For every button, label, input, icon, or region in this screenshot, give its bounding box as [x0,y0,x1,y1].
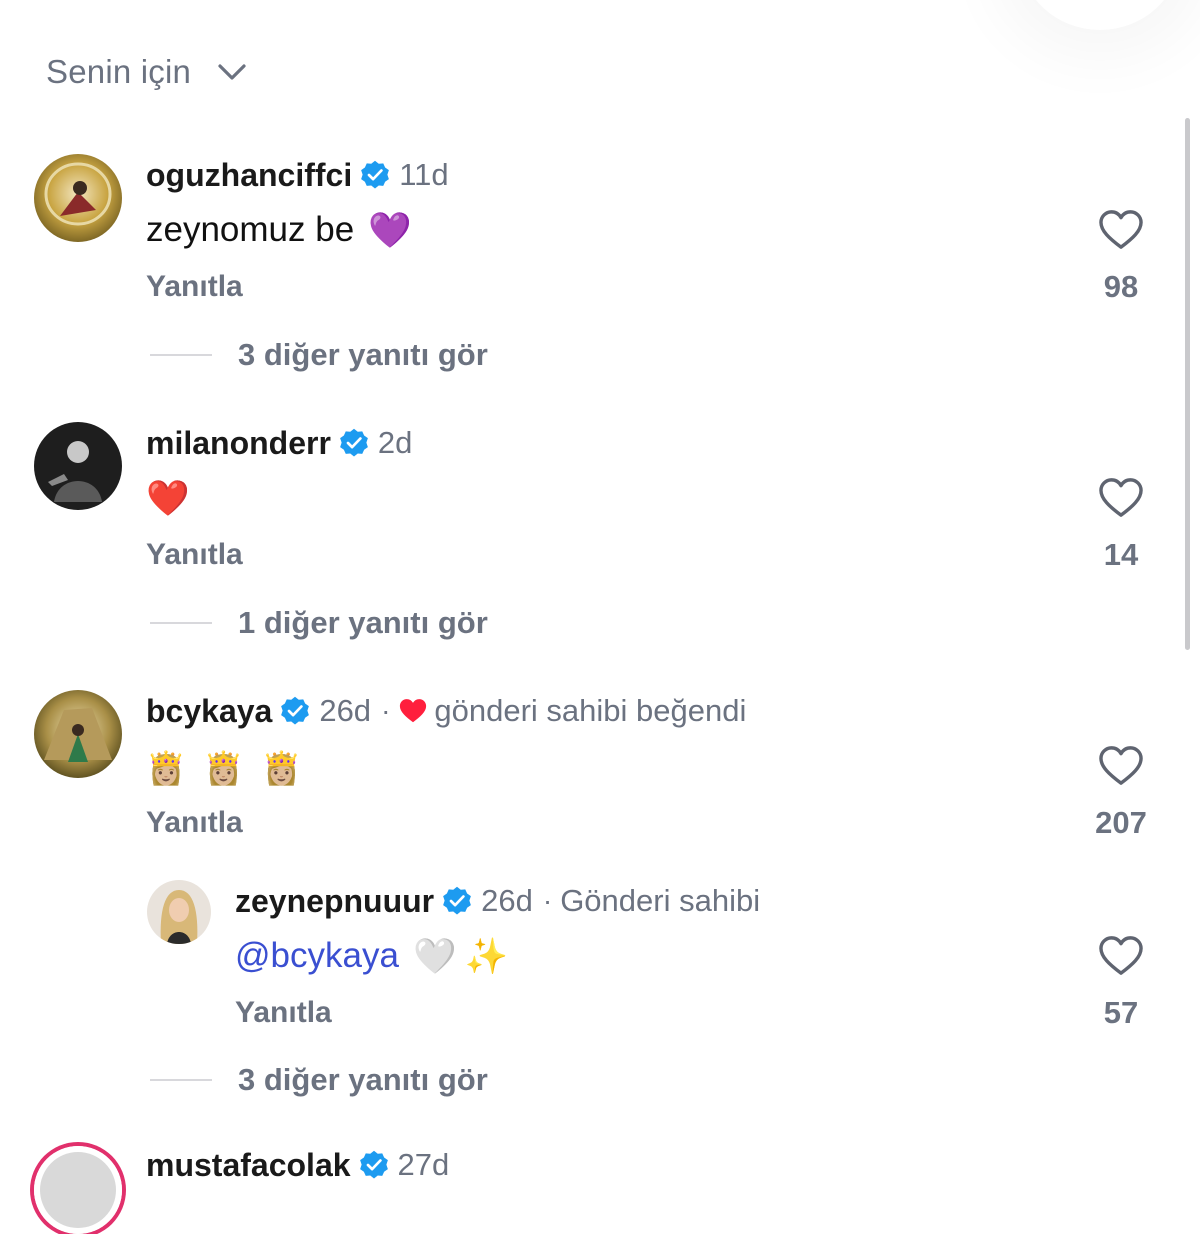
like-count: 57 [1103,995,1139,1030]
heart-outline-icon [1099,210,1143,249]
reply-button[interactable]: Yanıtla [235,996,332,1030]
reply-text: @bcykaya 🤍 ✨ [235,931,508,981]
reply-button[interactable]: Yanıtla [146,806,243,840]
reply-button[interactable]: Yanıtla [146,538,243,572]
replies-divider [150,354,212,356]
comment-username[interactable]: milanonderr [146,425,331,462]
post-owner-label: Gönderi sahibi [560,883,761,918]
avatar-story-ring[interactable] [34,1146,122,1234]
reply-header: zeynepnuuur 26d · Gönderi sahibi [235,881,760,921]
heart-outline-icon [1099,746,1143,785]
like-button[interactable]: 57 [1091,935,1151,1031]
red-heart-emoji: ❤️ [146,478,190,518]
like-count: 14 [1103,537,1139,572]
heart-filled-icon [400,699,427,723]
view-more-replies[interactable]: 1 diğer yanıtı gör [150,603,488,643]
like-button[interactable]: 14 [1091,477,1151,573]
princess-emoji: 👸🏼 [203,750,244,786]
meta-separator: · [381,695,391,726]
owner-liked-label: gönderi sahibi beğendi [434,693,747,728]
view-more-replies-label: 1 diğer yanıtı gör [238,605,488,640]
comment-time: 27d [397,1147,450,1182]
verified-badge-icon [443,886,471,915]
sparkles-emoji: ✨ [464,936,509,976]
purple-heart-emoji: 💜 [368,210,412,250]
comment-username[interactable]: bcykaya [146,693,272,730]
comment-time: 2d [377,425,413,460]
avatar[interactable] [34,154,122,242]
avatar[interactable] [34,690,122,778]
like-count: 98 [1103,269,1139,304]
view-more-replies-label: 3 diğer yanıtı gör [238,1062,488,1097]
verified-badge-icon [281,696,310,725]
comment-sort-dropdown[interactable]: Senin için [46,50,247,94]
comment-time: 11d [399,157,449,192]
avatar[interactable] [34,422,122,510]
comment-text: zeynomuz be 💜 [146,205,412,255]
replies-divider [150,1079,212,1081]
white-heart-emoji: 🤍 [412,936,457,976]
like-count: 207 [1095,805,1147,840]
floating-button-shadow [1020,0,1180,30]
heart-outline-icon [1099,478,1143,517]
reply-time: 26d [481,883,533,918]
verified-badge-icon [361,160,390,189]
verified-badge-icon [340,428,368,457]
comment-header: milanonderr 2d [146,423,412,463]
comment-username[interactable]: mustafacolak [146,1147,351,1184]
view-more-replies[interactable]: 3 diğer yanıtı gör [150,335,488,375]
chevron-down-icon [218,64,246,80]
mention-link[interactable]: @bcykaya [235,936,399,976]
view-more-replies[interactable]: 3 diğer yanıtı gör [150,1060,488,1100]
like-button[interactable]: 207 [1091,745,1151,841]
meta-separator: · [542,885,553,916]
reply-username[interactable]: zeynepnuuur [235,883,434,920]
comment-body: zeynomuz be [146,210,355,249]
avatar[interactable] [147,880,211,944]
verified-badge-icon [359,1150,388,1179]
comment-text: 👸🏼 👸🏼 👸🏼 [146,743,302,793]
like-button[interactable]: 98 [1091,209,1151,305]
reply-button[interactable]: Yanıtla [146,270,243,304]
comment-sort-label: Senin için [46,53,192,90]
princess-emoji: 👸🏼 [146,750,186,786]
comment-header: mustafacolak 27d [146,1145,449,1185]
view-more-replies-label: 3 diğer yanıtı gör [238,337,488,372]
comment-time: 26d [319,693,372,728]
princess-emoji: 👸🏼 [261,750,302,786]
comment-header: oguzhanciffci 11d [146,155,449,195]
comment-header: bcykaya 26d · gönderi sahibi beğendi [146,691,746,731]
heart-outline-icon [1099,936,1143,975]
scrollbar[interactable] [1185,118,1190,650]
comment-text: ❤️ [146,473,190,523]
comment-username[interactable]: oguzhanciffci [146,157,352,194]
replies-divider [150,622,212,624]
